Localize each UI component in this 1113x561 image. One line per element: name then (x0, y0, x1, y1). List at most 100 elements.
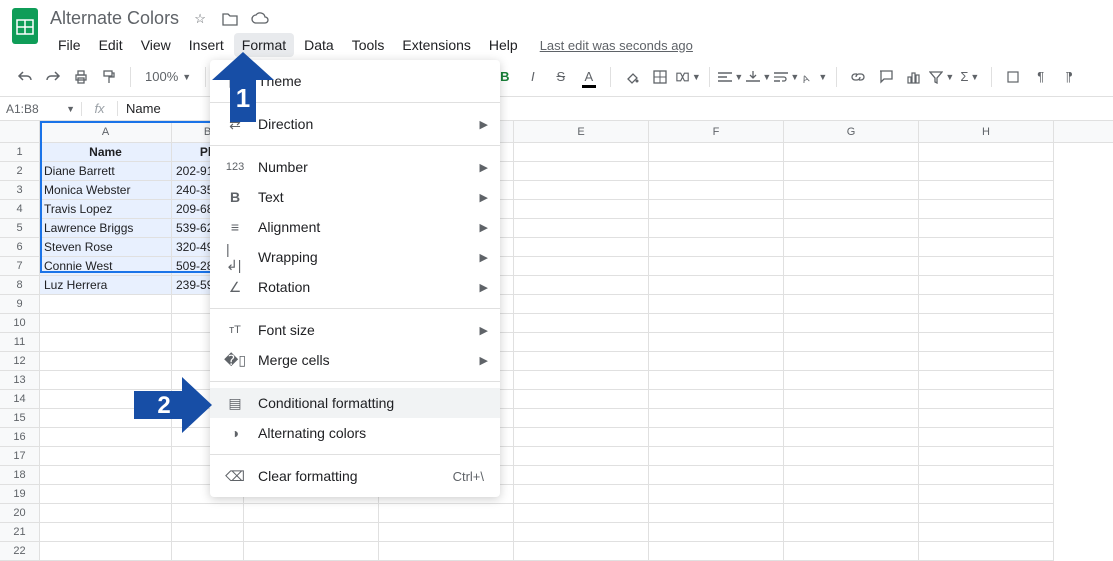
row-header[interactable]: 21 (0, 523, 40, 542)
name-box[interactable]: A1:B8▼ (0, 102, 82, 116)
cell[interactable] (919, 314, 1054, 333)
row-header[interactable]: 22 (0, 542, 40, 561)
row-header[interactable]: 17 (0, 447, 40, 466)
menu-clear-formatting[interactable]: ⌫Clear formattingCtrl+\ (210, 461, 500, 491)
cell[interactable] (784, 447, 919, 466)
cell[interactable] (514, 352, 649, 371)
cell[interactable]: Monica Webster (40, 181, 172, 200)
cell[interactable] (649, 181, 784, 200)
cell[interactable] (514, 333, 649, 352)
rotate-icon[interactable]: A▼ (802, 64, 828, 90)
menu-merge-cells[interactable]: �▯Merge cells▶ (210, 345, 500, 375)
menu-alignment[interactable]: ≡Alignment▶ (210, 212, 500, 242)
cell[interactable] (379, 504, 514, 523)
cell[interactable] (919, 409, 1054, 428)
cell[interactable] (514, 295, 649, 314)
cell[interactable] (919, 371, 1054, 390)
strikethrough-icon[interactable]: S (548, 64, 574, 90)
star-icon[interactable]: ☆ (191, 10, 209, 28)
cell[interactable] (919, 238, 1054, 257)
cell[interactable] (919, 219, 1054, 238)
cell[interactable] (649, 219, 784, 238)
row-header[interactable]: 12 (0, 352, 40, 371)
row-header[interactable]: 14 (0, 390, 40, 409)
menu-extensions[interactable]: Extensions (394, 33, 478, 57)
menu-fontsize[interactable]: ᴛTFont size▶ (210, 315, 500, 345)
row-header[interactable]: 16 (0, 428, 40, 447)
row-header[interactable]: 15 (0, 409, 40, 428)
cell[interactable] (514, 485, 649, 504)
cell[interactable] (649, 162, 784, 181)
cell[interactable] (40, 314, 172, 333)
cell[interactable] (514, 162, 649, 181)
cell[interactable] (514, 219, 649, 238)
cell[interactable] (379, 523, 514, 542)
cell[interactable] (40, 352, 172, 371)
cell[interactable] (919, 181, 1054, 200)
cell[interactable] (514, 447, 649, 466)
cell[interactable] (40, 447, 172, 466)
cell[interactable] (919, 257, 1054, 276)
cell[interactable] (649, 238, 784, 257)
cell[interactable]: Travis Lopez (40, 200, 172, 219)
cell[interactable] (784, 504, 919, 523)
cell[interactable] (40, 523, 172, 542)
cell[interactable] (514, 276, 649, 295)
row-header[interactable]: 20 (0, 504, 40, 523)
cell[interactable] (649, 409, 784, 428)
cell[interactable] (649, 504, 784, 523)
cell[interactable] (919, 523, 1054, 542)
link-icon[interactable] (845, 64, 871, 90)
cell[interactable] (649, 523, 784, 542)
cell[interactable] (784, 523, 919, 542)
col-header-A[interactable]: A (40, 121, 172, 142)
cell[interactable] (40, 504, 172, 523)
cell[interactable] (514, 314, 649, 333)
paragraph-ltr-icon[interactable]: ¶ (1028, 64, 1054, 90)
last-edit-link[interactable]: Last edit was seconds ago (540, 38, 693, 53)
cell[interactable] (649, 143, 784, 162)
cell[interactable] (784, 542, 919, 561)
cell[interactable]: Name (40, 143, 172, 162)
cloud-status-icon[interactable] (251, 10, 269, 28)
cell[interactable] (919, 333, 1054, 352)
undo-icon[interactable] (12, 64, 38, 90)
cell[interactable] (784, 143, 919, 162)
print-icon[interactable] (68, 64, 94, 90)
cell[interactable] (172, 504, 244, 523)
row-header[interactable]: 4 (0, 200, 40, 219)
v-align-icon[interactable]: ▼ (746, 64, 772, 90)
menu-view[interactable]: View (133, 33, 179, 57)
row-header[interactable]: 1 (0, 143, 40, 162)
cell[interactable] (649, 390, 784, 409)
cell[interactable] (514, 504, 649, 523)
menu-wrapping[interactable]: |↲|Wrapping▶ (210, 242, 500, 272)
cell[interactable] (784, 371, 919, 390)
row-header[interactable]: 18 (0, 466, 40, 485)
cell[interactable] (919, 390, 1054, 409)
cell[interactable] (514, 238, 649, 257)
spreadsheet-grid[interactable]: A B C D E F G H 1NamePh2Diane Barrett202… (0, 121, 1113, 561)
cell[interactable] (919, 352, 1054, 371)
cell[interactable] (919, 295, 1054, 314)
cell[interactable] (40, 542, 172, 561)
row-header[interactable]: 8 (0, 276, 40, 295)
cell[interactable] (514, 143, 649, 162)
cell[interactable] (784, 314, 919, 333)
wrap-icon[interactable]: ▼ (774, 64, 800, 90)
cell[interactable] (649, 276, 784, 295)
cell[interactable] (172, 523, 244, 542)
cell[interactable] (514, 542, 649, 561)
cell[interactable] (784, 466, 919, 485)
comment-icon[interactable] (873, 64, 899, 90)
zoom-selector[interactable]: 100% ▼ (139, 69, 197, 84)
cell[interactable] (649, 466, 784, 485)
move-folder-icon[interactable] (221, 10, 239, 28)
row-header[interactable]: 6 (0, 238, 40, 257)
cell[interactable]: Connie West (40, 257, 172, 276)
cell[interactable] (649, 485, 784, 504)
menu-help[interactable]: Help (481, 33, 526, 57)
chart-icon[interactable] (901, 64, 927, 90)
cell[interactable]: Steven Rose (40, 238, 172, 257)
cell[interactable] (784, 295, 919, 314)
